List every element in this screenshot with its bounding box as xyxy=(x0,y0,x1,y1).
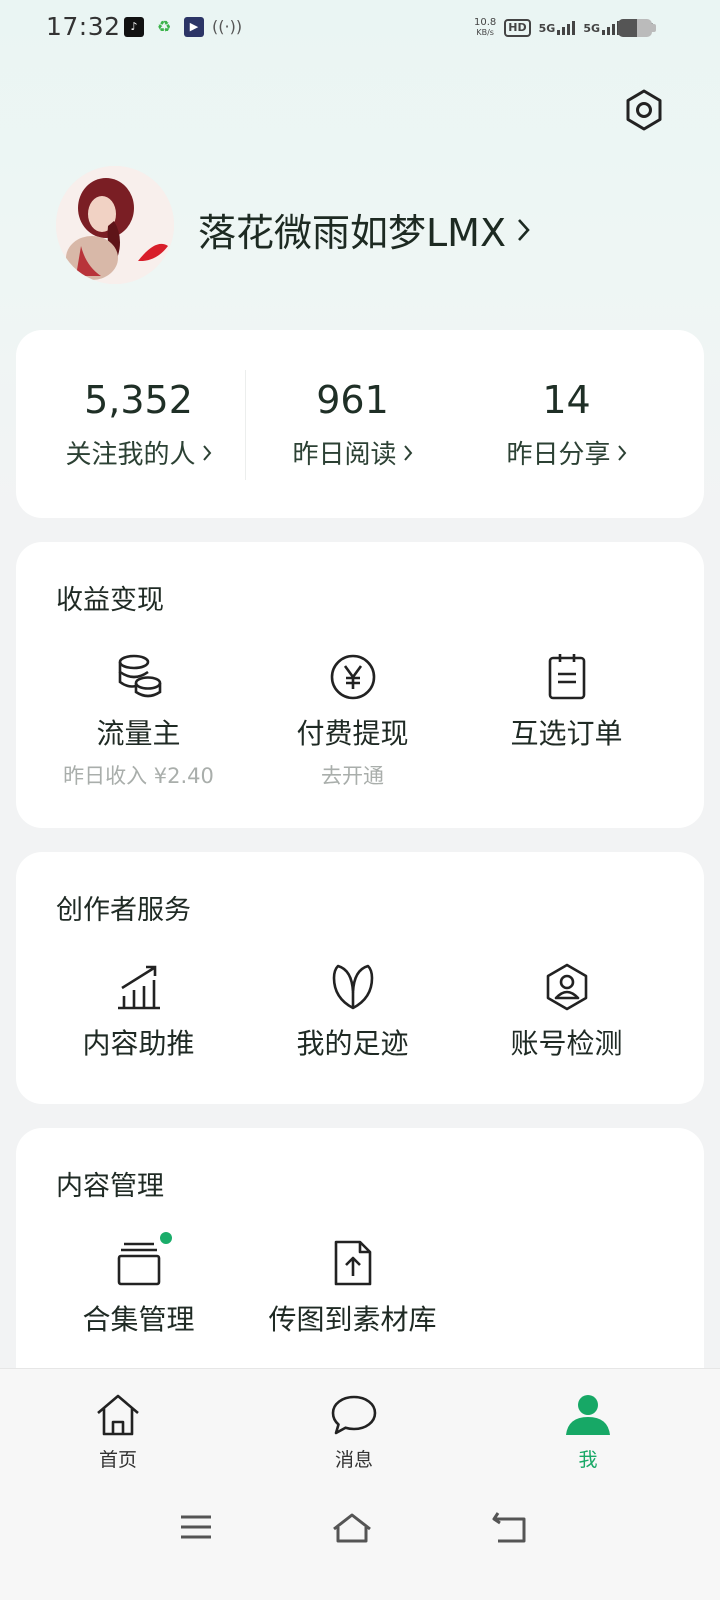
nav-me[interactable]: 我 xyxy=(528,1393,648,1472)
collection-icon xyxy=(117,1242,160,1286)
battery-tip xyxy=(652,24,656,32)
sim2-label: 5G xyxy=(583,22,600,35)
stat-shares[interactable]: 14 昨日分享 xyxy=(452,378,681,471)
sim1-signal-icon: 5G xyxy=(539,21,576,35)
tile-traffic-owner[interactable]: 流量主 昨日收入 ¥2.40 xyxy=(24,652,253,790)
chevron-right-icon xyxy=(403,444,412,461)
tile-label: 合集管理 xyxy=(82,1303,195,1336)
section-title: 创作者服务 xyxy=(56,895,191,926)
avatar-image xyxy=(56,166,174,284)
recycle-icon: ♻ xyxy=(156,17,172,36)
leaf-icon xyxy=(332,964,373,1010)
earnings-card: 收益变现 流量主 昨日收入 ¥2.40 付费提现 去开通 互选订单 xyxy=(16,542,704,828)
net-speed-value: 10.8 xyxy=(474,17,497,28)
stat-value: 961 xyxy=(316,378,389,422)
tile-account-check[interactable]: 账号检测 xyxy=(452,962,681,1062)
stat-followers[interactable]: 5,352 关注我的人 xyxy=(24,378,253,471)
tiktok-icon: ♪ xyxy=(124,17,144,37)
stats-card: 5,352 关注我的人 961 昨日阅读 14 昨日分享 xyxy=(16,330,704,518)
user-shield-icon xyxy=(546,963,587,1011)
yen-circle-icon xyxy=(330,654,375,700)
tile-label: 内容助推 xyxy=(82,1027,195,1060)
tile-label: 互选订单 xyxy=(510,717,623,750)
bottom-nav: 首页 消息 我 xyxy=(0,1368,720,1600)
sim2-signal-icon: 5G xyxy=(583,21,620,35)
tile-collection-manage[interactable]: 合集管理 xyxy=(24,1238,253,1338)
net-speed: 10.8 KB/s xyxy=(474,18,496,38)
section-title: 内容管理 xyxy=(56,1171,164,1202)
menu-icon[interactable] xyxy=(166,1507,226,1547)
message-icon xyxy=(331,1395,377,1435)
person-icon xyxy=(566,1395,610,1435)
stat-value: 5,352 xyxy=(84,378,193,422)
nav-label: 消息 xyxy=(334,1449,373,1471)
stat-label: 关注我的人 xyxy=(65,440,196,470)
profile-name-button[interactable]: 落花微雨如梦LMX xyxy=(198,202,532,257)
play-store-icon: ▶ xyxy=(184,17,204,37)
tile-upload-to-library[interactable]: 传图到素材库 xyxy=(238,1238,467,1338)
nav-messages[interactable]: 消息 xyxy=(294,1393,414,1472)
tile-content-boost[interactable]: 内容助推 xyxy=(24,962,253,1062)
tile-sub: 去开通 xyxy=(321,764,384,788)
home-icon xyxy=(97,1394,139,1436)
tile-label: 付费提现 xyxy=(296,717,409,750)
stat-reads[interactable]: 961 昨日阅读 xyxy=(238,378,467,471)
tile-my-footprint[interactable]: 我的足迹 xyxy=(238,962,467,1062)
stat-label-row: 关注我的人 xyxy=(24,434,253,471)
battery-icon xyxy=(618,19,652,37)
coins-icon xyxy=(118,654,161,698)
stat-label-row: 昨日分享 xyxy=(452,434,681,471)
nav-label: 我 xyxy=(578,1449,598,1471)
chevron-right-icon xyxy=(617,444,626,461)
sim1-label: 5G xyxy=(538,22,556,35)
creator-services-card: 创作者服务 内容助推 我的足迹 账号检测 xyxy=(16,852,704,1104)
tile-mutual-orders[interactable]: 互选订单 xyxy=(452,652,681,752)
tile-label: 我的足迹 xyxy=(296,1027,409,1060)
section-title: 收益变现 xyxy=(56,585,164,616)
net-speed-unit: KB/s xyxy=(476,28,494,37)
nav-label: 首页 xyxy=(98,1449,137,1471)
stat-label: 昨日分享 xyxy=(506,440,611,470)
stat-value: 14 xyxy=(542,378,591,422)
notification-dot xyxy=(160,1232,172,1244)
hd-badge: HD xyxy=(504,19,531,37)
tile-label: 流量主 xyxy=(96,717,181,750)
tile-paid-withdraw[interactable]: 付费提现 去开通 xyxy=(238,652,467,790)
chevron-right-icon xyxy=(202,444,211,461)
file-upload-icon xyxy=(334,1240,371,1286)
stat-label-row: 昨日阅读 xyxy=(238,434,467,471)
tile-label: 传图到素材库 xyxy=(268,1303,437,1336)
clipboard-icon xyxy=(548,654,585,700)
growth-chart-icon xyxy=(117,965,160,1010)
avatar[interactable] xyxy=(56,166,174,284)
profile-name: 落花微雨如梦LMX xyxy=(198,211,506,255)
tile-label: 账号检测 xyxy=(510,1027,623,1060)
back-icon[interactable] xyxy=(480,1507,540,1547)
hotspot-icon: ((·)) xyxy=(212,17,243,36)
system-home-icon[interactable] xyxy=(322,1507,382,1547)
tile-sub: 昨日收入 ¥2.40 xyxy=(63,764,214,788)
settings-icon[interactable] xyxy=(622,88,666,132)
status-bar: 17:32 ♪ ♻ ▶ ((·)) 10.8 KB/s HD 5G 5G xyxy=(0,0,720,56)
status-time: 17:32 xyxy=(46,12,121,41)
stat-label: 昨日阅读 xyxy=(292,440,397,470)
nav-home[interactable]: 首页 xyxy=(58,1393,178,1472)
chevron-right-icon xyxy=(518,218,530,241)
